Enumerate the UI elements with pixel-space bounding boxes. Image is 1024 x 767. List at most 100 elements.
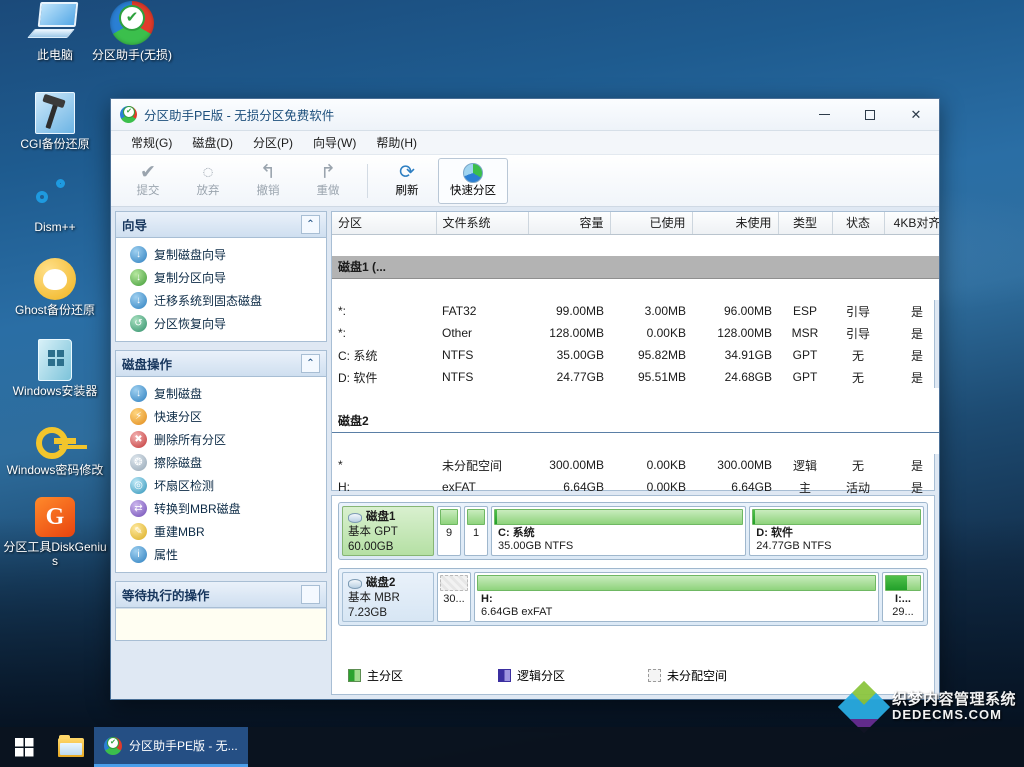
toolbar-quick-partition-button[interactable]: 快速分区: [438, 157, 508, 204]
sidebar-item-delete-all-partitions[interactable]: ✖ 删除所有分区: [116, 428, 326, 451]
menu-general[interactable]: 常规(G): [121, 131, 182, 154]
table-row[interactable]: C: 系统 NTFS 35.00GB 95.82MB 34.91GB GPT 无…: [332, 344, 939, 366]
close-button[interactable]: ✕: [893, 99, 939, 131]
cell-filesystem: 未分配空间: [442, 458, 503, 473]
cell-partition: *:: [338, 326, 347, 340]
cell-filesystem: Other: [442, 326, 473, 340]
table-row[interactable]: *: FAT32 99.00MB 3.00MB 96.00MB ESP 引导 是: [332, 300, 939, 322]
toolbar-commit-button[interactable]: ✔ 提交: [119, 158, 177, 204]
chevron-up-icon[interactable]: ⌃: [301, 354, 320, 373]
cell-aligned: 是: [910, 304, 923, 319]
sidebar-item-copy-disk-wizard[interactable]: ↓ 复制磁盘向导: [116, 243, 326, 266]
col-capacity[interactable]: 容量: [528, 212, 611, 235]
maximize-button[interactable]: [847, 99, 893, 131]
panel-disk-operations-header[interactable]: 磁盘操作 ⌃: [116, 351, 326, 377]
col-aligned[interactable]: 4KB对齐: [884, 212, 939, 235]
legend-swatch-logical: [498, 668, 511, 682]
ghost-backup-icon: [34, 258, 76, 300]
disk1-partition-c[interactable]: C: 系统 35.00GB NTFS: [491, 506, 747, 556]
sidebar-item-quick-partition[interactable]: ⚡ 快速分区: [116, 405, 326, 428]
sidebar-item-copy-disk[interactable]: ↓ 复制磁盘: [116, 382, 326, 405]
cell-aligned: 是: [910, 458, 923, 473]
cell-status: 无: [851, 370, 864, 385]
cell-capacity: 99.00MB: [555, 304, 604, 318]
taskbar-file-explorer[interactable]: [48, 727, 94, 767]
disk1-partition-esp[interactable]: 9: [437, 506, 461, 556]
legend-unallocated: 未分配空间: [648, 667, 727, 684]
cell-capacity: 128.00MB: [549, 326, 604, 340]
desktop-icon-label: Windows密码修改: [6, 463, 104, 477]
col-type[interactable]: 类型: [778, 212, 833, 235]
disk1-partition-msr[interactable]: 1: [464, 506, 488, 556]
desktop-icon-diskgenius[interactable]: G 分区工具DiskGenius: [3, 497, 107, 568]
menu-help[interactable]: 帮助(H): [366, 131, 427, 154]
cell-unused: 128.00MB: [717, 326, 772, 340]
col-used[interactable]: 已使用: [610, 212, 693, 235]
disk2-partition-i[interactable]: I:... 29...: [882, 572, 924, 622]
cell-type: GPT: [792, 370, 818, 384]
col-filesystem[interactable]: 文件系统: [436, 212, 529, 235]
desktop-icon-ghost-backup[interactable]: Ghost备份还原: [3, 258, 107, 317]
cell-status: 无: [851, 458, 864, 473]
window-body: 向导 ⌃ ↓ 复制磁盘向导 ↓ 复制分区向导 ↓ 迁移系统到固态磁盘 ↺ 分区恢…: [111, 207, 939, 699]
window-titlebar[interactable]: 分区助手PE版 - 无损分区免费软件 ✕: [111, 99, 939, 131]
toolbar-undo-button[interactable]: ↰ 撤销: [239, 158, 297, 204]
desktop-icon-windows-installer[interactable]: Windows安装器: [3, 339, 107, 398]
sidebar-item-rebuild-mbr[interactable]: ✎ 重建MBR: [116, 520, 326, 543]
toolbar-discard-button[interactable]: ◌ 放弃: [179, 158, 237, 204]
sidebar-item-bad-sector-check[interactable]: ◎ 坏扇区检测: [116, 474, 326, 497]
disk-map-disk1[interactable]: 磁盘1 基本 GPT 60.00GB 9 1 C: 系统 35.00GB NTF…: [338, 502, 928, 560]
table-row[interactable]: D: 软件 NTFS 24.77GB 95.51MB 24.68GB GPT 无…: [332, 366, 939, 388]
start-button[interactable]: [0, 727, 48, 767]
disk2-partition-unallocated[interactable]: 30...: [437, 572, 471, 622]
desktop-icon-dism[interactable]: Dism++: [3, 175, 107, 234]
panel-wizard-header[interactable]: 向导 ⌃: [116, 212, 326, 238]
panel-title: 向导: [122, 219, 148, 233]
menu-wizard[interactable]: 向导(W): [303, 131, 366, 154]
toolbar-label: 重做: [316, 185, 340, 197]
panel-disk-operations: 磁盘操作 ⌃ ↓ 复制磁盘 ⚡ 快速分区 ✖ 删除所有分区 ❂ 擦除磁盘 ◎ 坏…: [115, 350, 327, 573]
disk1-partition-d[interactable]: D: 软件 24.77GB NTFS: [749, 506, 924, 556]
sidebar-item-copy-partition-wizard[interactable]: ↓ 复制分区向导: [116, 266, 326, 289]
desktop-icon-cgi-backup[interactable]: CGI备份还原: [3, 92, 107, 151]
disk2-partition-h[interactable]: H: 6.64GB exFAT: [474, 572, 879, 622]
partition-info: 30...: [443, 593, 465, 605]
partition-info: 9: [445, 527, 453, 539]
cell-partition: C: 系统: [338, 348, 378, 363]
minimize-button[interactable]: [801, 99, 847, 131]
partition-info: 24.77GB NTFS: [756, 540, 832, 552]
chevron-up-icon[interactable]: ⌃: [301, 215, 320, 234]
cell-type: ESP: [792, 304, 817, 318]
cell-type: MSR: [791, 326, 819, 340]
col-status[interactable]: 状态: [832, 212, 885, 235]
sidebar-item-convert-to-mbr[interactable]: ⇄ 转换到MBR磁盘: [116, 497, 326, 520]
cell-unused: 300.00MB: [717, 458, 772, 472]
partition-table: 分区 文件系统 容量 已使用 未使用 类型 状态 4KB对齐 磁盘1 (... …: [332, 212, 939, 520]
menu-disk[interactable]: 磁盘(D): [182, 131, 243, 154]
disk-name: 磁盘1: [366, 511, 396, 523]
sidebar-item-properties[interactable]: i 属性: [116, 543, 326, 566]
chevron-up-icon[interactable]: [301, 585, 320, 604]
col-unused[interactable]: 未使用: [692, 212, 779, 235]
desktop-icon-windows-password[interactable]: Windows密码修改: [3, 420, 107, 477]
col-partition[interactable]: 分区: [332, 212, 437, 235]
check-icon: ✔: [140, 162, 156, 183]
sidebar-item-partition-recovery-wizard[interactable]: ↺ 分区恢复向导: [116, 312, 326, 335]
panel-pending-operations-header[interactable]: 等待执行的操作: [116, 582, 326, 608]
desktop-icon-partition-assistant[interactable]: 分区助手(无损): [88, 0, 176, 62]
sidebar-item-wipe-disk[interactable]: ❂ 擦除磁盘: [116, 451, 326, 474]
sidebar-item-label: 迁移系统到固态磁盘: [154, 294, 263, 308]
windows-installer-icon: [38, 339, 72, 381]
table-row[interactable]: *: Other 128.00MB 0.00KB 128.00MB MSR 引导…: [332, 322, 939, 344]
table-row[interactable]: * 未分配空间 300.00MB 0.00KB 300.00MB 逻辑 无 是: [332, 454, 939, 476]
sidebar-item-migrate-os[interactable]: ↓ 迁移系统到固态磁盘: [116, 289, 326, 312]
disk-group-header[interactable]: 磁盘1 (...: [332, 256, 939, 279]
disk-map-disk2[interactable]: 磁盘2 基本 MBR 7.23GB 30... H: 6.64GB exFAT: [338, 568, 928, 626]
partition-table-container: 分区 文件系统 容量 已使用 未使用 类型 状态 4KB对齐 磁盘1 (... …: [331, 211, 939, 531]
copy-disk-icon: ↓: [130, 246, 147, 263]
menu-partition[interactable]: 分区(P): [243, 131, 303, 154]
taskbar-partition-assistant-task[interactable]: 分区助手PE版 - 无...: [94, 727, 248, 767]
disk-group-header[interactable]: 磁盘2: [332, 410, 939, 433]
toolbar-refresh-button[interactable]: ⟳ 刷新: [378, 158, 436, 204]
toolbar-redo-button[interactable]: ↱ 重做: [299, 158, 357, 204]
